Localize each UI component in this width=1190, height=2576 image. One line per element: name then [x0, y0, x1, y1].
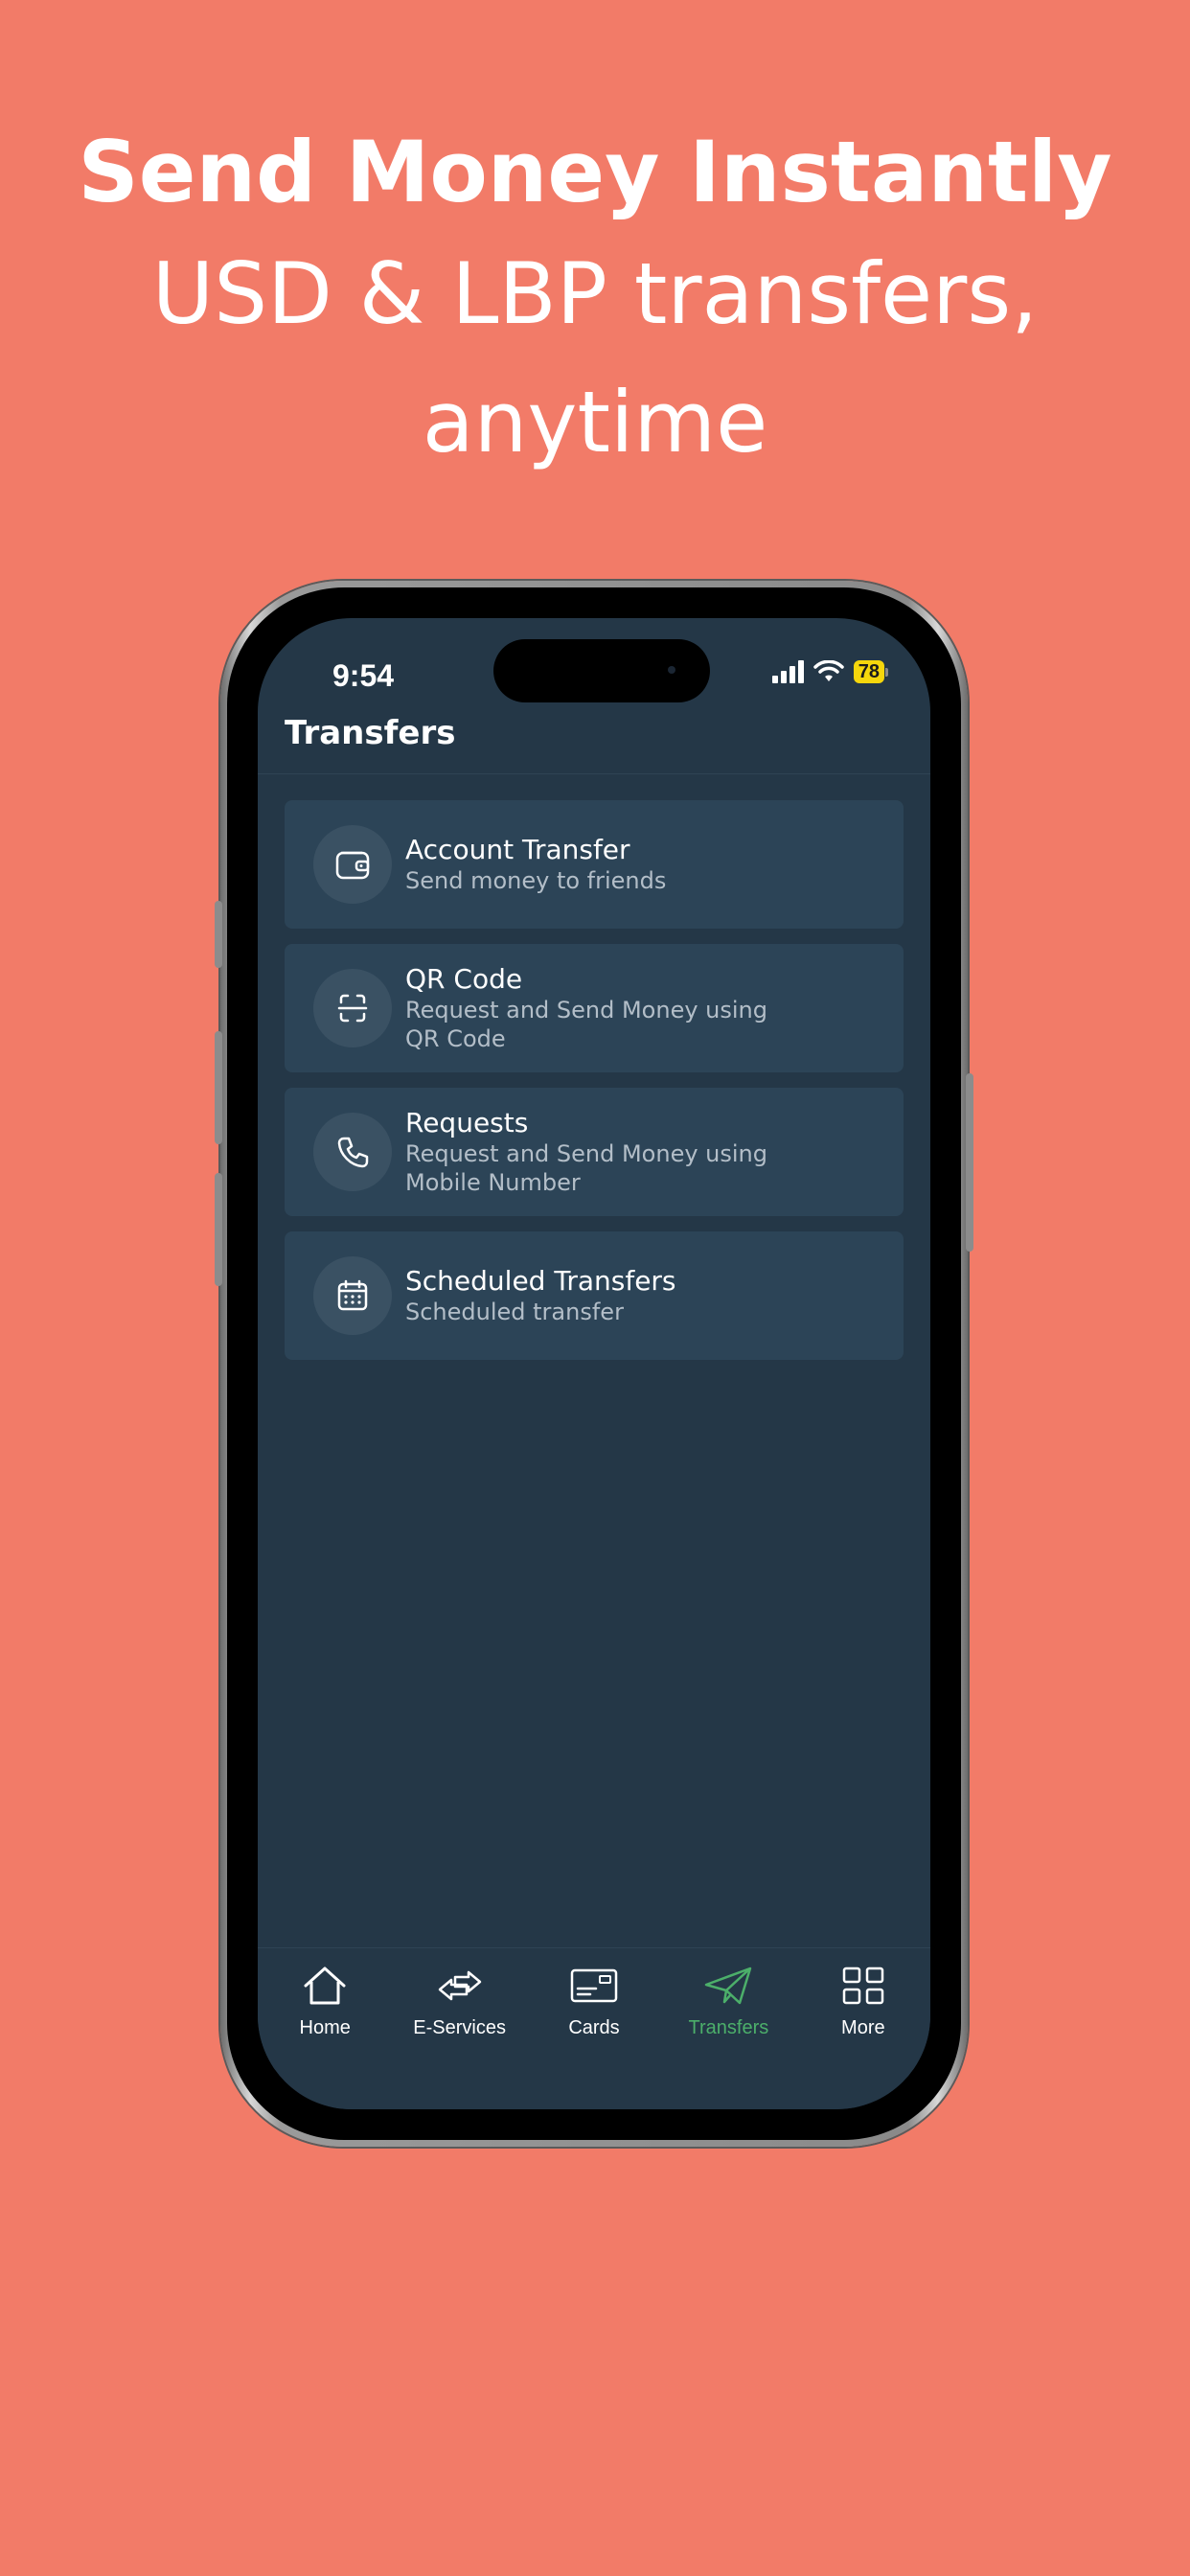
- tab-e-services[interactable]: E-Services: [392, 1948, 526, 2109]
- signal-icon: [771, 660, 804, 683]
- wifi-icon: [813, 660, 844, 681]
- tab-label: Cards: [568, 2017, 620, 2038]
- camera-dot: [668, 666, 675, 674]
- menu-item-scheduled-transfers[interactable]: Scheduled Transfers Scheduled transfer: [285, 1231, 904, 1360]
- phone-frame: 9:54 78 Transfers Account Transfer Send …: [215, 581, 973, 2147]
- battery-icon: 78: [853, 660, 888, 683]
- status-bar: 9:54 78: [258, 618, 930, 724]
- menu-item-title: Scheduled Transfers: [405, 1265, 676, 1297]
- menu-item-subtitle: Scheduled transfer: [405, 1299, 624, 1325]
- qr-scan-icon: [313, 969, 392, 1047]
- power-button: [966, 1073, 973, 1252]
- promo-title: Send Money Instantly: [78, 123, 1112, 221]
- battery-level: 78: [853, 660, 884, 683]
- menu-item-qr-code[interactable]: QR Code Request and Send Money using QR …: [285, 944, 904, 1072]
- phone-bezel: 9:54 78 Transfers Account Transfer Send …: [227, 587, 961, 2140]
- menu-item-requests[interactable]: Requests Request and Send Money using Mo…: [285, 1088, 904, 1216]
- home-icon: [302, 1964, 348, 2008]
- exchange-icon: [434, 1964, 486, 2008]
- volume-up-button: [215, 1031, 222, 1144]
- promo-headline: Send Money Instantly USD & LBP transfers…: [0, 115, 1190, 487]
- page-title: Transfers: [285, 714, 456, 752]
- menu-item-title: Requests: [405, 1107, 529, 1138]
- status-icons: 78: [771, 660, 888, 683]
- dynamic-island: [493, 639, 710, 702]
- paper-plane-icon: [703, 1964, 753, 2008]
- menu-item-subtitle: Request and Send Money using Mobile Numb…: [405, 1140, 767, 1196]
- menu-item-subtitle: Send money to friends: [405, 867, 667, 894]
- menu-item-title: Account Transfer: [405, 834, 630, 865]
- promo-subtitle: USD & LBP transfers, anytime: [151, 244, 1039, 472]
- tab-label: Home: [299, 2017, 351, 2038]
- tab-label: E-Services: [413, 2017, 506, 2038]
- tab-cards[interactable]: Cards: [527, 1948, 661, 2109]
- silent-switch: [215, 901, 222, 968]
- tab-label: Transfers: [688, 2017, 769, 2038]
- menu-item-title: QR Code: [405, 963, 523, 995]
- volume-down-button: [215, 1173, 222, 1286]
- status-time: 9:54: [332, 658, 395, 693]
- menu-item-subtitle: Request and Send Money using QR Code: [405, 997, 767, 1052]
- tab-transfers[interactable]: Transfers: [661, 1948, 795, 2109]
- phone-icon: [313, 1113, 392, 1191]
- transfer-menu-list: Account Transfer Send money to friends Q…: [285, 800, 904, 1375]
- grid-icon: [841, 1964, 885, 2008]
- app-screen: 9:54 78 Transfers Account Transfer Send …: [258, 618, 930, 2109]
- tab-label: More: [841, 2017, 885, 2038]
- card-icon: [569, 1964, 619, 2008]
- title-divider: [258, 773, 930, 774]
- tab-home[interactable]: Home: [258, 1948, 392, 2109]
- calendar-icon: [313, 1256, 392, 1335]
- wallet-icon: [313, 825, 392, 904]
- bottom-tab-bar: Home E-Services Cards Transfers More: [258, 1947, 930, 2109]
- tab-more[interactable]: More: [796, 1948, 930, 2109]
- menu-item-account-transfer[interactable]: Account Transfer Send money to friends: [285, 800, 904, 929]
